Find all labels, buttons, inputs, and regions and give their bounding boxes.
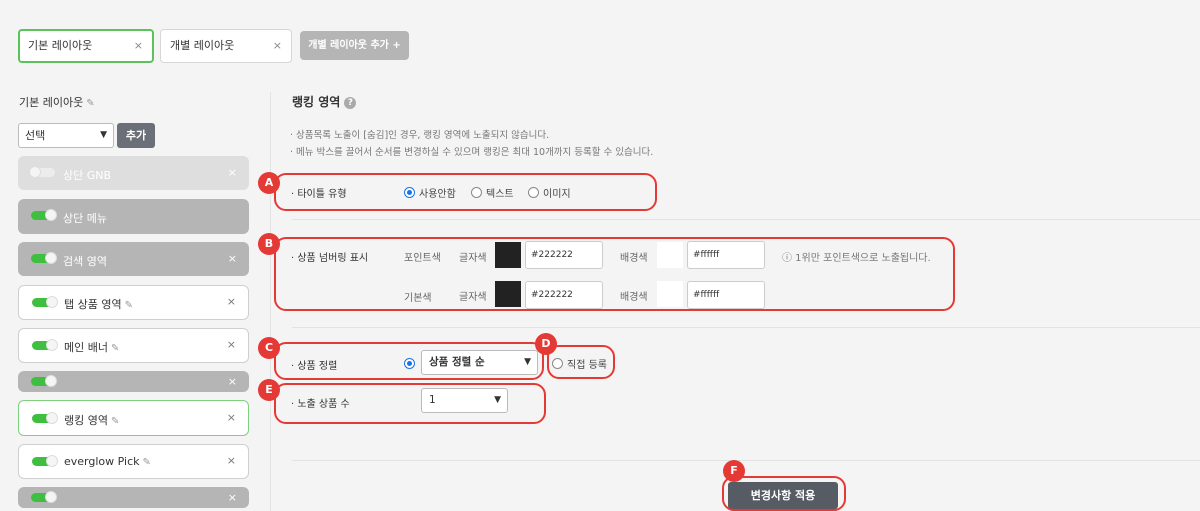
note-drag-order: · 메뉴 박스를 끌어서 순서를 변경하실 수 있으며 랭킹은 최대 10개까지… xyxy=(290,147,654,158)
close-icon[interactable]: × xyxy=(134,31,143,61)
highlight-f xyxy=(722,476,846,511)
highlight-c xyxy=(274,342,544,380)
badge-c: C xyxy=(258,337,280,359)
highlight-a xyxy=(274,173,657,211)
toggle-switch[interactable] xyxy=(32,455,58,467)
list-item-ranking-area[interactable]: 랭킹 영역 ✎ × xyxy=(18,400,249,436)
row-divider xyxy=(292,460,1200,461)
list-item-main-banner[interactable]: 메인 배너 ✎ × xyxy=(18,328,249,363)
badge-a: A xyxy=(258,172,280,194)
delete-icon[interactable]: × xyxy=(228,491,237,504)
toggle-switch[interactable] xyxy=(32,412,58,424)
badge-b: B xyxy=(258,233,280,255)
toggle-switch[interactable] xyxy=(32,339,58,351)
note-hidden: · 상품목록 노출이 [숨김]인 경우, 랭킹 영역에 노출되지 않습니다. xyxy=(290,130,550,141)
toggle-switch[interactable] xyxy=(29,166,55,178)
toggle-switch[interactable] xyxy=(31,252,57,264)
section-title-text: 랭킹 영역 xyxy=(292,95,341,109)
tab-individual-layout[interactable]: 개별 레이아웃 × xyxy=(160,29,292,63)
list-item-unnamed[interactable]: × xyxy=(18,487,249,508)
row-divider xyxy=(292,219,1200,220)
list-item-label: 탭 상품 영역 ✎ xyxy=(64,298,133,311)
toggle-switch[interactable] xyxy=(31,209,57,221)
highlight-d xyxy=(547,345,615,379)
badge-f: F xyxy=(723,460,745,482)
select-value: 선택 xyxy=(25,129,46,142)
left-panel-title: 기본 레이아웃 ✎ xyxy=(19,94,95,110)
toggle-switch[interactable] xyxy=(31,375,57,387)
list-item-label: 상단 메뉴 xyxy=(63,212,107,225)
chevron-down-icon: ▼ xyxy=(100,130,107,140)
list-item-tab-product-area[interactable]: 탭 상품 영역 ✎ × xyxy=(18,285,249,320)
left-title-text: 기본 레이아웃 xyxy=(19,96,84,109)
highlight-b xyxy=(274,237,955,311)
list-item-label: 상단 GNB xyxy=(63,169,112,182)
delete-icon[interactable]: × xyxy=(227,295,236,308)
pencil-icon[interactable]: ✎ xyxy=(111,343,119,354)
badge-d: D xyxy=(535,333,557,355)
delete-icon[interactable]: × xyxy=(227,454,236,467)
delete-icon[interactable]: × xyxy=(228,375,237,388)
section-title: 랭킹 영역? xyxy=(292,93,357,110)
add-section-button[interactable]: 추가 xyxy=(117,123,155,148)
pencil-icon[interactable]: ✎ xyxy=(143,457,151,468)
badge-e: E xyxy=(258,379,280,401)
help-icon[interactable]: ? xyxy=(344,97,357,109)
delete-icon[interactable]: × xyxy=(227,411,236,424)
delete-icon[interactable]: × xyxy=(227,338,236,351)
list-item-label: 메인 배너 ✎ xyxy=(64,341,120,354)
tab-basic-layout[interactable]: 기본 레이아웃 × xyxy=(18,29,154,63)
pencil-icon[interactable]: ✎ xyxy=(86,98,94,109)
list-item-label: 랭킹 영역 ✎ xyxy=(64,414,120,427)
pencil-icon[interactable]: ✎ xyxy=(111,416,119,427)
row-divider xyxy=(292,327,1200,328)
list-item-label: 검색 영역 xyxy=(63,255,107,268)
tab-label: 개별 레이아웃 xyxy=(170,39,235,52)
close-icon[interactable]: × xyxy=(273,30,282,62)
highlight-e xyxy=(274,383,546,424)
list-item-top-menu[interactable]: 상단 메뉴 xyxy=(18,199,249,234)
delete-icon[interactable]: × xyxy=(228,166,237,179)
pencil-icon[interactable]: ✎ xyxy=(125,300,133,311)
list-item-search-area[interactable]: 검색 영역 × xyxy=(18,242,249,276)
list-item-label: everglow Pick ✎ xyxy=(64,455,151,468)
panel-divider xyxy=(270,92,271,511)
tab-label: 기본 레이아웃 xyxy=(28,39,93,52)
list-item-everglow-pick[interactable]: everglow Pick ✎ × xyxy=(18,444,249,479)
list-item-unnamed[interactable]: × xyxy=(18,371,249,392)
toggle-switch[interactable] xyxy=(32,296,58,308)
list-item-top-gnb[interactable]: 상단 GNB × xyxy=(18,156,249,190)
toggle-switch[interactable] xyxy=(31,491,57,503)
section-select[interactable]: 선택 ▼ xyxy=(18,123,114,148)
delete-icon[interactable]: × xyxy=(228,252,237,265)
add-individual-layout-button[interactable]: 개별 레이아웃 추가 + xyxy=(300,31,409,60)
